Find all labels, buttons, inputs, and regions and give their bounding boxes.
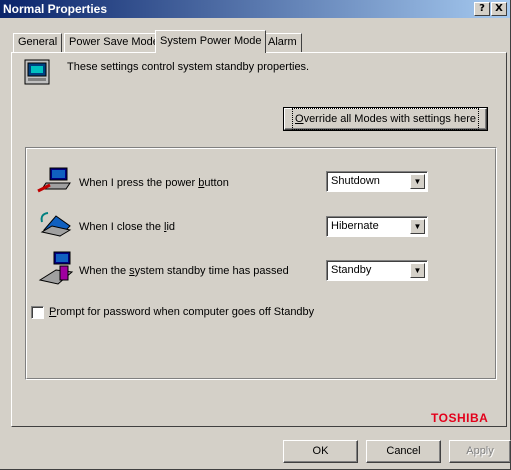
lid-close-icon xyxy=(40,212,72,237)
properties-window: Normal Properties ? X General Power Save… xyxy=(0,0,511,470)
chevron-down-icon[interactable]: ▼ xyxy=(410,263,425,278)
power-button-select[interactable]: Shutdown ▼ xyxy=(326,171,428,192)
window-title: Normal Properties xyxy=(3,2,108,16)
standby-time-value: Standby xyxy=(331,264,372,276)
lid-close-value: Hibernate xyxy=(331,220,379,232)
lid-close-select[interactable]: Hibernate ▼ xyxy=(326,216,428,237)
standby-time-label: When the system standby time has passed xyxy=(79,265,289,277)
tab-power-save-mode[interactable]: Power Save Mode xyxy=(64,33,164,52)
title-bar[interactable]: Normal Properties ? X xyxy=(0,0,510,18)
password-checkbox[interactable] xyxy=(31,306,44,319)
power-button-label: When I press the power button xyxy=(79,177,229,189)
tab-general[interactable]: General xyxy=(13,33,63,52)
toshiba-logo: TOSHIBA xyxy=(431,411,489,425)
override-all-modes-button[interactable]: Override all Modes with settings here xyxy=(283,107,488,131)
password-checkbox-label[interactable]: Prompt for password when computer goes o… xyxy=(49,306,314,318)
chevron-down-icon[interactable]: ▼ xyxy=(410,174,425,189)
cancel-button[interactable]: Cancel xyxy=(366,440,441,463)
power-settings-icon xyxy=(24,59,50,85)
standby-timer-icon xyxy=(38,251,74,285)
standby-time-select[interactable]: Standby ▼ xyxy=(326,260,428,281)
apply-button[interactable]: Apply xyxy=(449,440,511,463)
override-label: verride all Modes with settings here xyxy=(303,113,476,125)
tab-system-power-mode[interactable]: System Power Mode xyxy=(155,30,267,53)
override-hotkey: O xyxy=(295,113,304,125)
tab-alarm[interactable]: Alarm xyxy=(263,33,302,52)
ok-button[interactable]: OK xyxy=(283,440,358,463)
description-text: These settings control system standby pr… xyxy=(67,61,310,73)
power-button-value: Shutdown xyxy=(331,175,380,187)
power-button-laptop-icon xyxy=(37,167,71,193)
lid-close-label: When I close the lid xyxy=(79,221,176,233)
chevron-down-icon[interactable]: ▼ xyxy=(410,219,425,234)
close-button[interactable]: X xyxy=(491,2,507,16)
help-button[interactable]: ? xyxy=(474,2,490,16)
